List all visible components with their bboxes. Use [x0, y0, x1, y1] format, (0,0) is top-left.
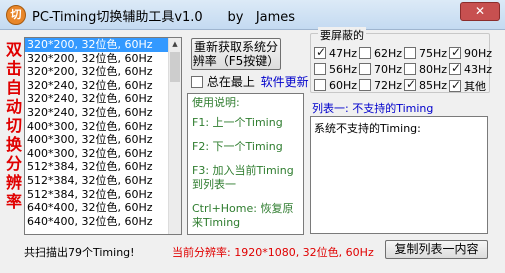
- hide-option-label: 72Hz: [374, 78, 403, 92]
- usage-f2: F2: 下一个Timing: [192, 140, 283, 153]
- hide-option-label: 85Hz: [419, 78, 448, 92]
- usage-title: 使用说明:: [192, 96, 240, 109]
- hide-option-label: 90Hz: [464, 46, 493, 60]
- hide-option-checkbox[interactable]: [449, 78, 461, 92]
- hide-option-label: 75Hz: [419, 46, 448, 60]
- resolution-list-item[interactable]: 320*200, 32位色, 60Hz: [25, 38, 181, 52]
- hide-option-checkbox[interactable]: [314, 45, 326, 59]
- resolution-list-item[interactable]: 640*400, 32位色, 60Hz: [25, 215, 181, 229]
- hide-group-title: 要屏蔽的: [318, 27, 366, 43]
- hide-option-checkbox[interactable]: [404, 77, 416, 91]
- resolution-list-item[interactable]: 320*240, 32位色, 60Hz: [25, 92, 181, 106]
- hide-option-90hz[interactable]: 90Hz: [449, 45, 493, 60]
- scroll-up-icon[interactable]: ▲: [169, 38, 181, 51]
- usage-f1: F1: 上一个Timing: [192, 116, 283, 129]
- title-bar: 切 PC-Timing切换辅助工具v1.0 by James ✕: [0, 0, 505, 30]
- hide-option-80hz[interactable]: 80Hz: [404, 62, 447, 76]
- software-update-link[interactable]: 软件更新: [261, 75, 309, 89]
- copy-list1-button[interactable]: 复制列表一内容: [385, 240, 488, 259]
- hide-option-72hz[interactable]: 72Hz: [359, 78, 402, 92]
- hide-option-85hz[interactable]: 85Hz: [404, 77, 448, 92]
- list1-box[interactable]: 系统不支持的Timing:: [310, 116, 488, 234]
- hide-option-60hz[interactable]: 60Hz: [314, 78, 357, 92]
- resolution-list-item[interactable]: 320*200, 32位色, 60Hz: [25, 65, 181, 79]
- scroll-thumb[interactable]: [170, 52, 180, 82]
- hide-option-checkbox[interactable]: [449, 61, 461, 75]
- hide-option-label: 43Hz: [464, 62, 493, 76]
- usage-ctrl-home: Ctrl+Home: 恢复原来Timing: [192, 202, 294, 229]
- hide-option-56hz[interactable]: 56Hz: [314, 62, 357, 76]
- list1-content: 系统不支持的Timing:: [314, 122, 421, 135]
- resolution-list-item[interactable]: 640*400, 32位色, 60Hz: [25, 201, 181, 215]
- resolution-list-item[interactable]: 400*300, 32位色, 60Hz: [25, 147, 181, 161]
- hide-option-checkbox[interactable]: [404, 63, 416, 75]
- resolution-list-item[interactable]: 320*240, 32位色, 60Hz: [25, 79, 181, 93]
- close-icon[interactable]: ✕: [460, 2, 500, 21]
- current-resolution-text: 当前分辨率: 1920*1080, 32位色, 60Hz: [172, 246, 374, 259]
- hide-option-checkbox[interactable]: [404, 47, 416, 59]
- hide-option-checkbox[interactable]: [314, 79, 326, 91]
- resolution-list-item[interactable]: 512*384, 32位色, 60Hz: [25, 160, 181, 174]
- hide-option-checkbox[interactable]: [359, 63, 371, 75]
- scan-count-text: 共扫描出79个Timing!: [24, 246, 135, 259]
- hide-option-43hz[interactable]: 43Hz: [449, 61, 493, 76]
- usage-f3: F3: 加入当前Timing到列表一: [192, 164, 294, 191]
- hide-option-label: 80Hz: [419, 62, 448, 76]
- resolution-list-item[interactable]: 512*384, 32位色, 60Hz: [25, 174, 181, 188]
- usage-panel: 使用说明: F1: 上一个Timing F2: 下一个Timing F3: 加入…: [187, 93, 304, 235]
- resolution-list-item[interactable]: 400*300, 32位色, 60Hz: [25, 133, 181, 147]
- hide-option-checkbox[interactable]: [314, 63, 326, 75]
- always-on-top-checkbox[interactable]: [191, 75, 203, 88]
- resolution-list-item[interactable]: 320*200, 32位色, 60Hz: [25, 52, 181, 66]
- hide-option-checkbox[interactable]: [359, 47, 371, 59]
- hide-option-47hz[interactable]: 47Hz: [314, 45, 358, 60]
- hide-option-checkbox[interactable]: [359, 79, 371, 91]
- hide-option-label: 56Hz: [329, 62, 358, 76]
- hide-option-label: 60Hz: [329, 78, 358, 92]
- hide-option-label: 47Hz: [329, 46, 358, 60]
- refresh-resolution-button[interactable]: 重新获取系统分辨率（F5按键）: [191, 38, 281, 70]
- resolution-list-item[interactable]: 512*384, 32位色, 60Hz: [25, 188, 181, 202]
- always-on-top-row: 总在最上 软件更新: [191, 73, 309, 90]
- hide-option-label: 其他: [464, 80, 486, 93]
- hide-option-label: 62Hz: [374, 46, 403, 60]
- hide-option-70hz[interactable]: 70Hz: [359, 62, 402, 76]
- resolution-list-item[interactable]: 400*300, 32位色, 60Hz: [25, 120, 181, 134]
- hide-option-checkbox[interactable]: [449, 45, 461, 59]
- double-click-hint: 双击自动切换分辨率: [5, 40, 22, 211]
- hide-option-62hz[interactable]: 62Hz: [359, 46, 402, 60]
- resolution-list[interactable]: 320*200, 32位色, 60Hz 320*200, 32位色, 60Hz 32…: [24, 37, 182, 235]
- hide-option-other[interactable]: 其他: [449, 78, 486, 94]
- hide-option-label: 70Hz: [374, 62, 403, 76]
- window-title: PC-Timing切换辅助工具v1.0 by James: [32, 10, 296, 25]
- resolution-list-scrollbar[interactable]: ▲: [168, 38, 181, 234]
- hide-option-75hz[interactable]: 75Hz: [404, 46, 447, 60]
- always-on-top-label: 总在最上: [206, 75, 255, 89]
- list1-title: 列表一: 不支持的Timing: [312, 102, 434, 115]
- resolution-list-item[interactable]: 320*240, 32位色, 60Hz: [25, 106, 181, 120]
- app-icon: 切: [6, 5, 26, 25]
